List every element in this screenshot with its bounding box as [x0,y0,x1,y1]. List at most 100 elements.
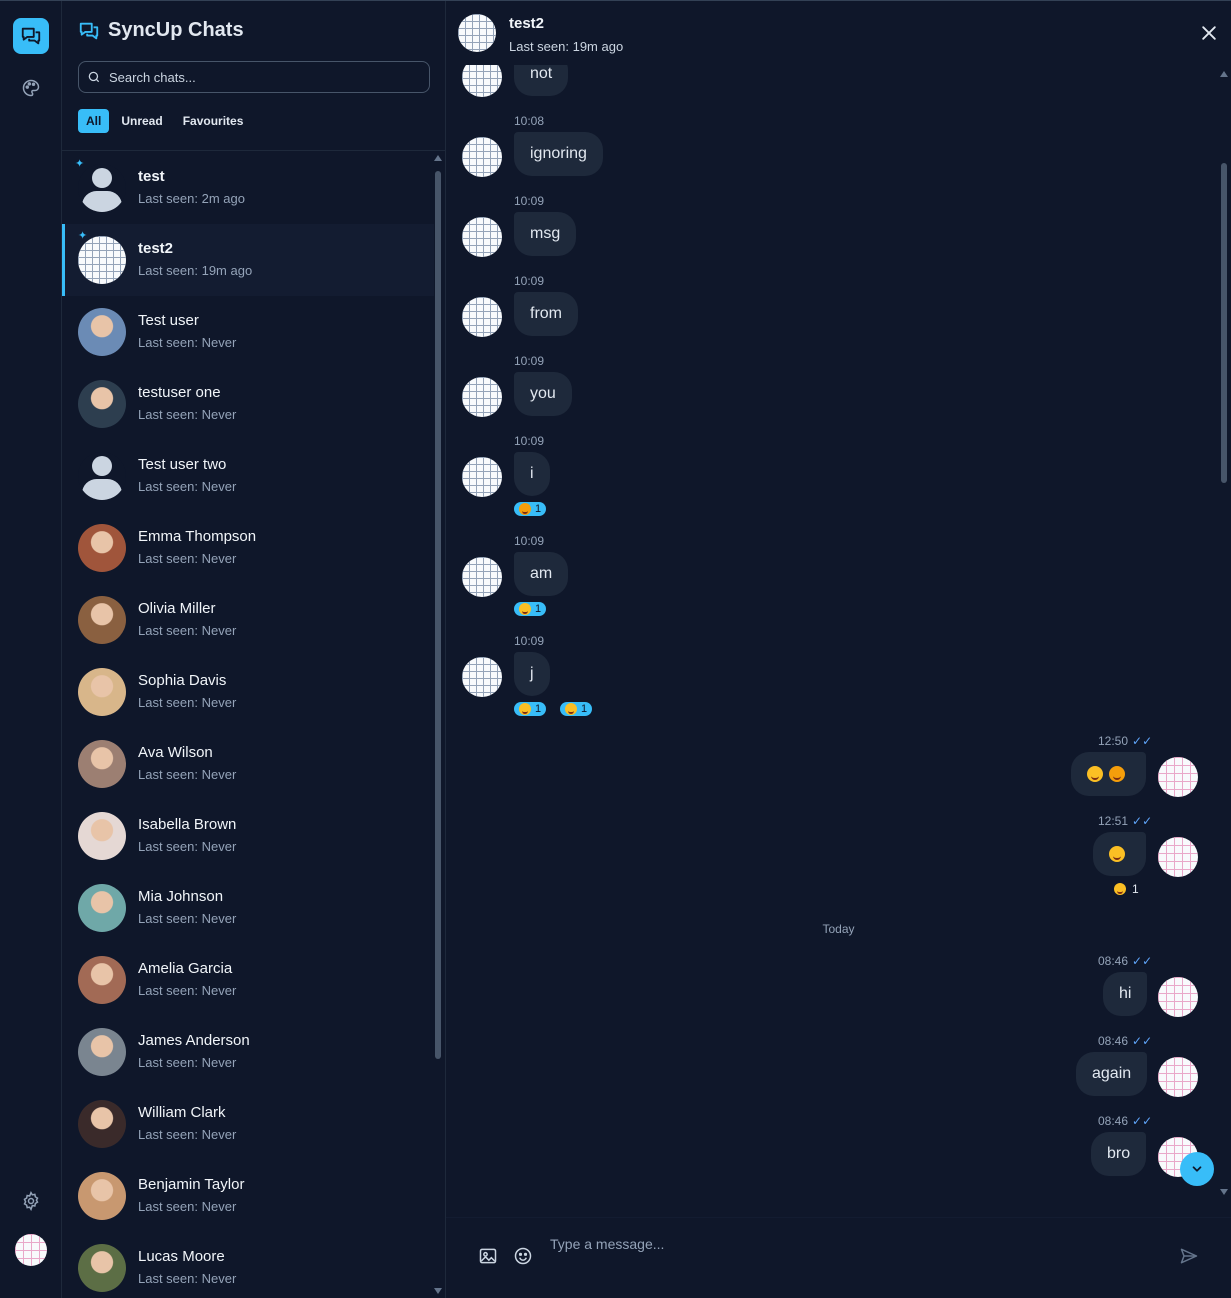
default-avatar-icon [78,452,126,500]
default-avatar-icon [78,164,126,212]
chat-list-item[interactable]: Benjamin Taylor Last seen: Never [62,1160,434,1232]
sidebar-header: SyncUp Chats All Unread Favourites [62,1,445,151]
settings-nav-button[interactable] [13,1183,49,1219]
message-bubble[interactable]: you [514,372,572,416]
chat-list-item[interactable]: Olivia Miller Last seen: Never [62,584,434,656]
chat-avatar [78,1172,126,1220]
chat-meta: test Last seen: 2m ago [138,167,245,209]
scroll-up-arrow[interactable] [434,155,442,161]
chat-last-seen: Last seen: 2m ago [138,191,245,206]
chat-list-item[interactable]: Amelia Garcia Last seen: Never [62,944,434,1016]
message-time-text: 12:50 [1098,734,1129,748]
chat-list-item[interactable]: William Clark Last seen: Never [62,1088,434,1160]
chat-meta: test2 Last seen: 19m ago [138,239,252,281]
message-time: 12:51 ✓✓ [1098,814,1152,828]
chat-avatar [78,380,126,428]
message-bubble[interactable]: msg [514,212,577,256]
chat-name: William Clark [138,1104,226,1121]
filter-favourites[interactable]: Favourites [175,109,252,133]
chat-name: Olivia Miller [138,600,216,617]
chat-list-item[interactable]: testuser one Last seen: Never [62,368,434,440]
sender-avatar [462,297,502,337]
message-bubble[interactable]: ignoring [514,132,603,176]
search-input[interactable] [109,69,409,85]
chat-list-item[interactable]: James Anderson Last seen: Never [62,1016,434,1088]
message-bubble[interactable]: i [514,452,550,496]
message-bubble[interactable]: again [1076,1052,1148,1096]
grin-emoji-icon [1087,766,1103,782]
chat-list-item[interactable]: Sophia Davis Last seen: Never [62,656,434,728]
chats-logo-icon [79,22,99,39]
filter-all[interactable]: All [78,109,110,133]
message-bubble[interactable]: j [514,652,550,696]
chat-avatar [78,524,126,572]
send-icon[interactable] [1179,1246,1199,1266]
chat-list-item[interactable]: Test user Last seen: Never [62,296,434,368]
sender-avatar [462,457,502,497]
emoji-message-bubble[interactable] [1093,832,1146,876]
angel-emoji-icon [1109,846,1125,862]
chat-avatar [78,956,126,1004]
scroll-to-bottom-button[interactable] [1180,1152,1214,1186]
chat-list-item[interactable]: ✦ test2 Last seen: 19m ago [62,224,434,296]
chat-avatar [78,596,126,644]
scroll-up-arrow[interactable] [1220,71,1228,77]
reaction-badge[interactable]: 1 [514,502,547,516]
nav-rail [0,1,62,1298]
profile-avatar[interactable] [15,1234,47,1266]
scroll-down-arrow[interactable] [434,1288,442,1294]
reaction-badge[interactable]: 1 [514,702,547,716]
reaction-badge[interactable]: 1 [514,602,547,616]
chat-name: Benjamin Taylor [138,1176,245,1193]
chat-list-item[interactable]: ✦testLast seen: 2m ago [62,152,434,224]
avatar-photo [78,1172,126,1220]
chat-list-item[interactable]: Test user two Last seen: Never [62,440,434,512]
message-bubble[interactable]: from [514,292,578,336]
message-bubble[interactable]: bro [1091,1132,1147,1176]
chat-avatar [78,1100,126,1148]
avatar-image [78,236,126,284]
avatar-photo [78,596,126,644]
emoji-message-bubble[interactable] [1071,752,1146,796]
chat-meta: Lucas Moore Last seen: Never [138,1247,236,1289]
thumbs-up-emoji-icon [519,703,531,715]
message-time-text: 12:51 [1098,814,1129,828]
app-title: SyncUp Chats [108,19,244,41]
sidebar-scrollbar[interactable] [433,153,443,1298]
scroll-thumb[interactable] [1221,163,1227,483]
message-time: 10:08 [514,114,545,128]
chat-list-item[interactable]: Mia Johnson Last seen: Never [62,872,434,944]
reaction-badge[interactable]: 1 [1114,882,1139,896]
chat-meta: Ava Wilson Last seen: Never [138,743,236,785]
message-bubble[interactable]: hi [1103,972,1148,1016]
chat-avatar [78,1244,126,1292]
chats-nav-button[interactable] [13,18,49,54]
reaction-badge[interactable]: 1 [560,702,593,716]
avatar-photo [78,308,126,356]
contact-avatar[interactable] [458,14,496,52]
chat-list-item[interactable]: Ava Wilson Last seen: Never [62,728,434,800]
scroll-down-arrow[interactable] [1220,1189,1228,1195]
message-bubble[interactable]: not [514,65,569,96]
contact-name: test2 [509,15,545,32]
chat-last-seen: Last seen: Never [138,695,237,710]
chat-list-item[interactable]: Lucas Moore Last seen: Never [62,1232,434,1298]
scroll-thumb[interactable] [435,171,441,1059]
close-icon[interactable] [1199,23,1219,43]
chat-meta: Amelia Garcia Last seen: Never [138,959,236,1001]
search-box[interactable] [78,61,430,93]
chat-meta: Mia Johnson Last seen: Never [138,887,236,929]
conversation-scrollbar[interactable] [1219,69,1229,1199]
chat-list-item[interactable]: Emma Thompson Last seen: Never [62,512,434,584]
chat-last-seen: Last seen: Never [138,1127,237,1142]
avatar-photo [78,812,126,860]
avatar-photo [78,1244,126,1292]
message-bubble[interactable]: am [514,552,569,596]
message-input[interactable] [550,1236,1150,1252]
chat-list-item[interactable]: Isabella Brown Last seen: Never [62,800,434,872]
filter-unread[interactable]: Unread [113,109,170,133]
image-attach-icon[interactable] [478,1246,498,1266]
theme-nav-button[interactable] [13,70,49,106]
emoji-picker-icon[interactable] [513,1246,533,1266]
chat-name: James Anderson [138,1032,250,1049]
